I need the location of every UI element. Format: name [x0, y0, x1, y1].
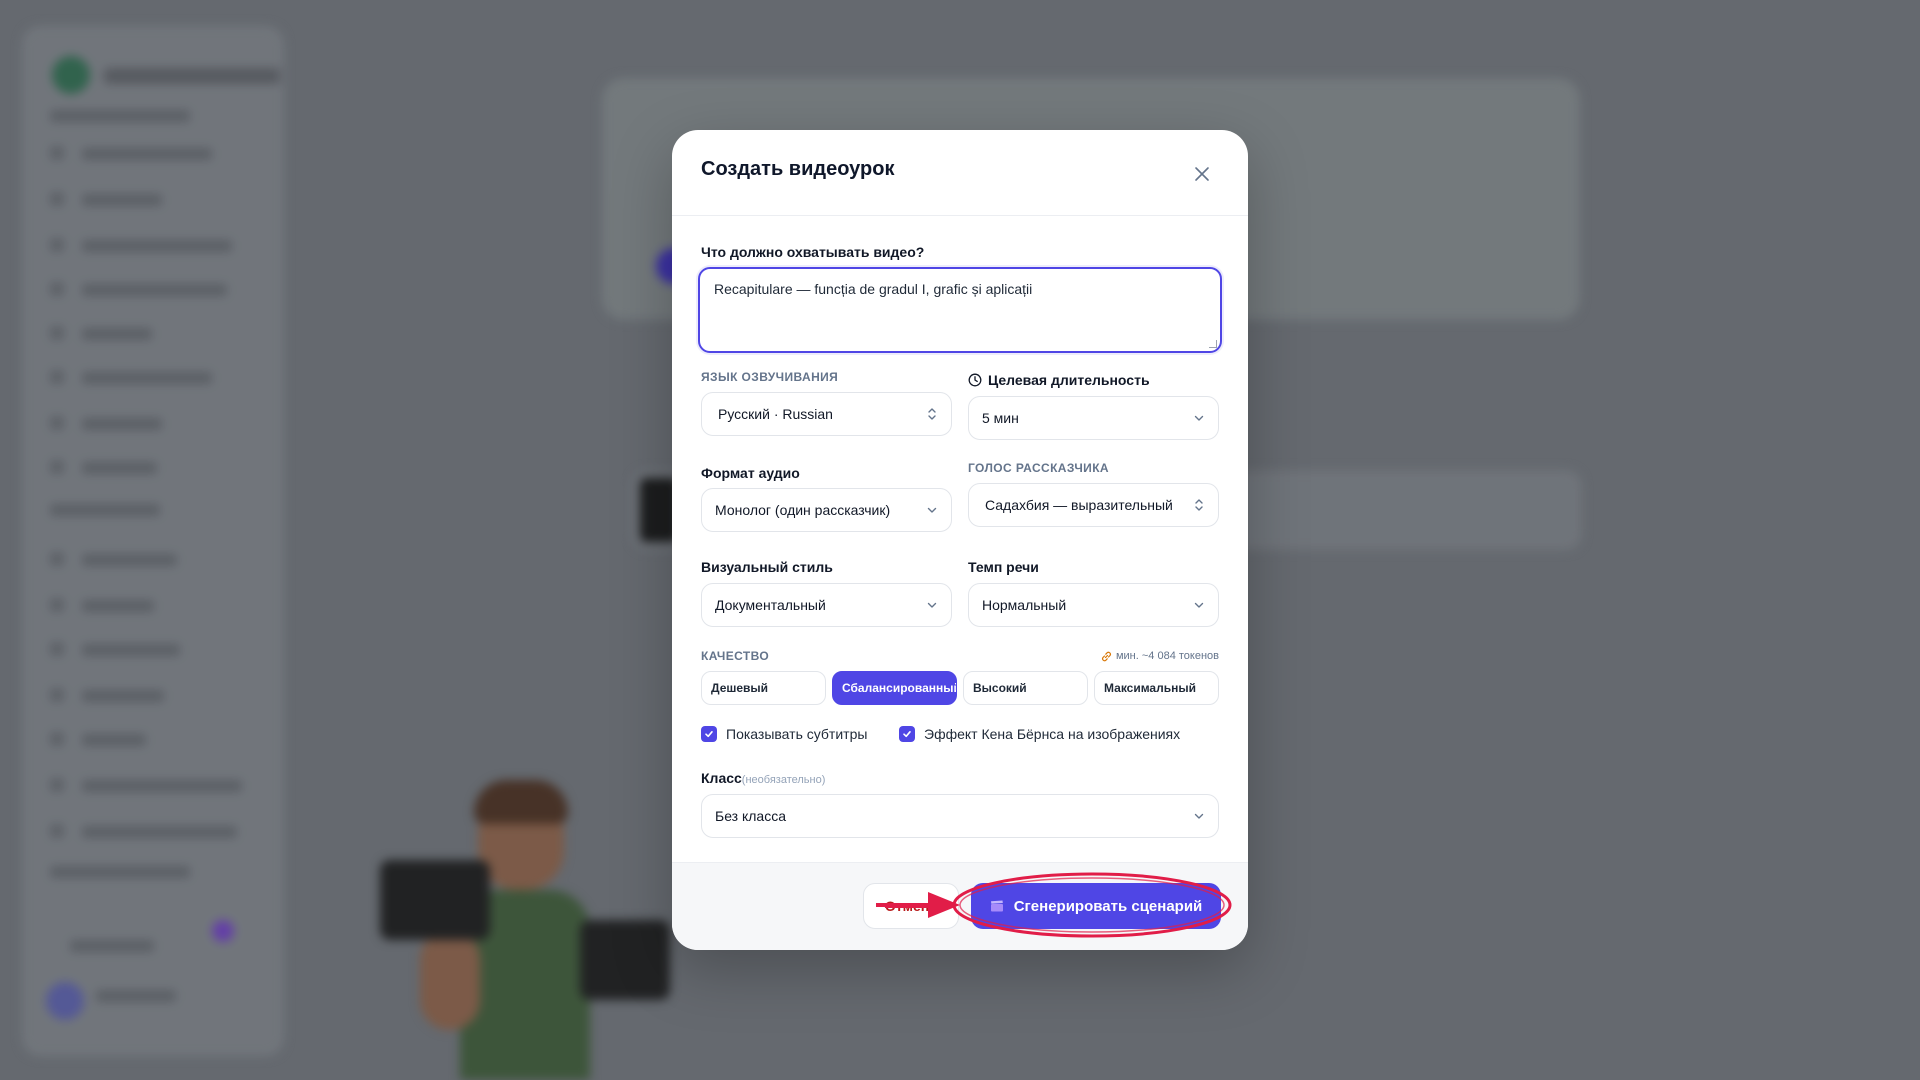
ken-burns-checkbox-row[interactable]: Эффект Кена Бёрнса на изображениях — [899, 726, 1180, 742]
updown-icon — [928, 408, 936, 420]
quality-option-cheap[interactable]: Дешевый — [701, 671, 826, 705]
quality-option-label: Максимальный — [1104, 681, 1196, 695]
visual-style-value: Документальный — [715, 597, 826, 613]
create-video-lesson-dialog: Создать видеоурок Что должно охватывать … — [672, 130, 1248, 950]
target-duration-label-row: Целевая длительность — [968, 372, 1150, 388]
quality-option-maximum[interactable]: Максимальный — [1094, 671, 1219, 705]
clapperboard-icon — [990, 900, 1003, 912]
speech-rate-label: Темп речи — [968, 559, 1039, 575]
target-duration-label: Целевая длительность — [988, 372, 1150, 388]
visual-style-label: Визуальный стиль — [701, 559, 833, 575]
clock-icon — [968, 373, 982, 387]
generate-script-label: Сгенерировать сценарий — [1013, 897, 1203, 915]
grade-label: Класс — [701, 770, 742, 786]
updown-icon — [1195, 499, 1203, 511]
quality-option-label: Сбалансированный — [842, 681, 957, 695]
close-button[interactable] — [1192, 164, 1212, 184]
resize-handle-icon[interactable] — [1209, 340, 1217, 348]
audio-format-label: Формат аудио — [701, 465, 800, 481]
quality-label: КАЧЕСТВО — [701, 649, 770, 663]
tokens-estimate-text: мин. ~4 084 токенов — [1115, 650, 1219, 662]
narrator-voice-label: ГОЛОС РАССКАЗЧИКА — [968, 461, 1109, 475]
speech-rate-value: Нормальный — [982, 597, 1067, 613]
grade-optional-hint: (необязательно) — [741, 774, 826, 786]
generate-script-button[interactable]: Сгенерировать сценарий — [971, 883, 1221, 929]
ken-burns-checkbox[interactable] — [899, 726, 915, 742]
quality-option-balanced[interactable]: Сбалансированный — [832, 671, 957, 705]
voice-language-value: Русский · Russian — [718, 406, 833, 422]
link-icon — [1101, 651, 1111, 661]
quality-option-label: Дешевый — [711, 681, 769, 695]
target-duration-select[interactable]: 5 мин — [968, 396, 1219, 440]
narrator-voice-select[interactable]: Садахбия — выразительный — [968, 483, 1219, 527]
chevron-down-icon — [927, 507, 937, 513]
subtitles-checkbox-row[interactable]: Показывать субтитры — [701, 726, 867, 742]
visual-style-select[interactable]: Документальный — [701, 583, 952, 627]
chevron-down-icon — [1194, 813, 1204, 819]
audio-format-select[interactable]: Монолог (один рассказчик) — [701, 488, 952, 532]
tokens-estimate: мин. ~4 084 токенов — [1101, 650, 1219, 662]
chevron-down-icon — [1194, 415, 1204, 421]
voice-language-label: ЯЗЫК ОЗВУЧИВАНИЯ — [701, 370, 839, 384]
ken-burns-label: Эффект Кена Бёрнса на изображениях — [924, 726, 1181, 742]
cancel-label: Отмена — [884, 898, 938, 914]
chevron-down-icon — [1194, 602, 1204, 608]
quality-option-label: Высокий — [973, 681, 1027, 695]
narrator-voice-value: Садахбия — выразительный — [985, 497, 1173, 513]
prompt-value: Recapitulare — funcția de gradul I, graf… — [714, 281, 1033, 297]
check-icon — [705, 731, 713, 738]
prompt-label: Что должно охватывать видео? — [701, 244, 925, 260]
dialog-header: Создать видеоурок — [672, 130, 1248, 216]
subtitles-checkbox[interactable] — [701, 726, 717, 742]
cancel-button[interactable]: Отмена — [863, 883, 959, 929]
speech-rate-select[interactable]: Нормальный — [968, 583, 1219, 627]
voice-language-select[interactable]: Русский · Russian — [701, 392, 952, 436]
grade-select[interactable]: Без класса — [701, 794, 1219, 838]
close-icon — [1195, 167, 1209, 181]
chevron-down-icon — [927, 602, 937, 608]
grade-value: Без класса — [715, 808, 786, 824]
grade-label-row: Класс(необязательно) — [701, 770, 825, 786]
prompt-textarea[interactable]: Recapitulare — funcția de gradul I, graf… — [698, 267, 1222, 353]
check-icon — [903, 731, 911, 738]
quality-option-high[interactable]: Высокий — [963, 671, 1088, 705]
audio-format-value: Монолог (один рассказчик) — [715, 502, 891, 518]
dialog-title: Создать видеоурок — [701, 158, 895, 180]
target-duration-value: 5 мин — [982, 410, 1019, 426]
subtitles-label: Показывать субтитры — [726, 726, 868, 742]
